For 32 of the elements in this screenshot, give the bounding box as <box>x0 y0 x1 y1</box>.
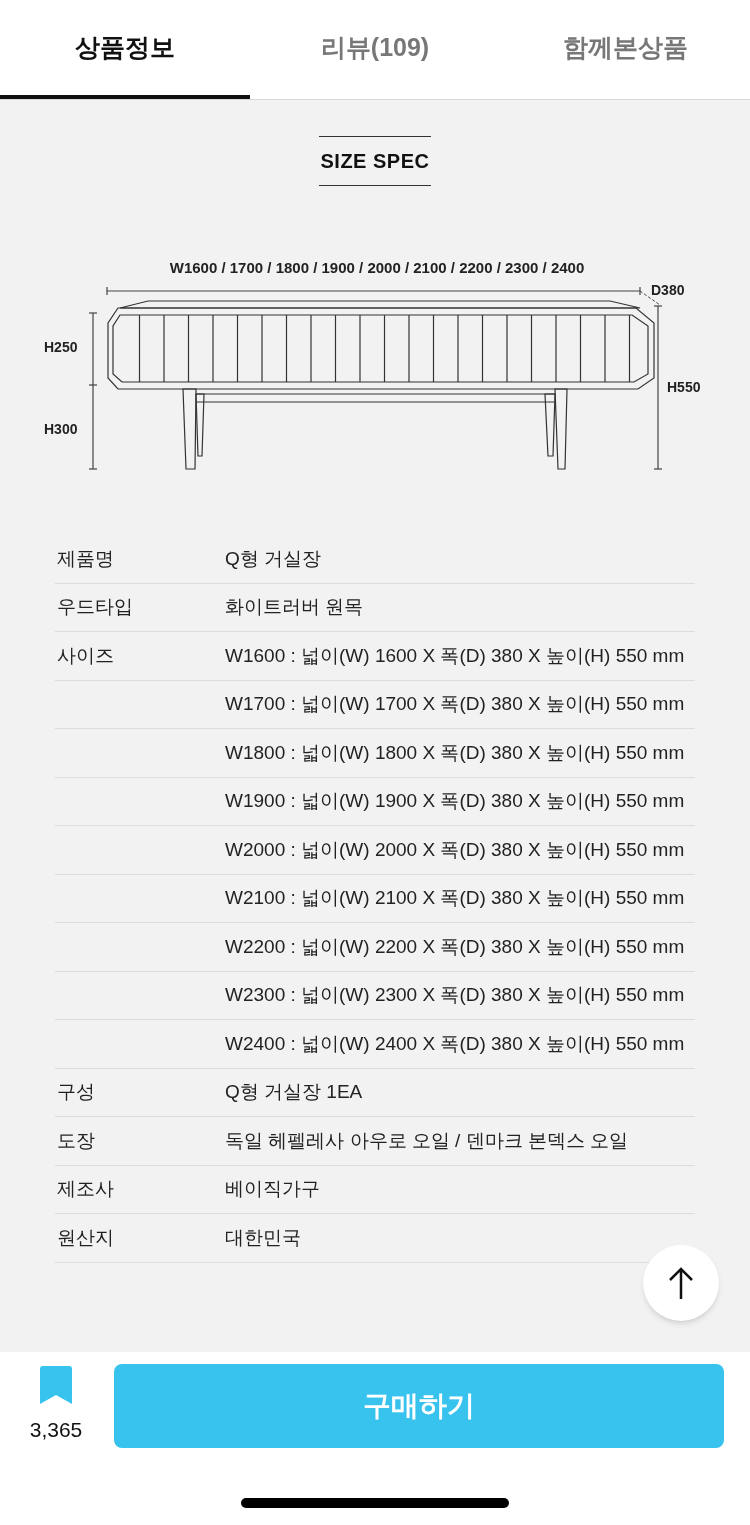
spec-value: W1600 : 넓이(W) 1600 X 폭(D) 380 X 높이(H) 550 mm <box>225 643 685 668</box>
spec-value: W2300 : 넓이(W) 2300 X 폭(D) 380 X 높이(H) 550 mm <box>225 983 685 1007</box>
spec-value: 베이직가구 <box>225 1177 320 1201</box>
spec-value: W2000 : 넓이(W) 2000 X 폭(D) 380 X 높이(H) 550 mm <box>225 837 685 862</box>
spec-value: Q형 거실장 <box>225 546 322 571</box>
spec-label: 우드타입 <box>57 596 133 617</box>
bookmark-count: 3,365 <box>29 1417 83 1444</box>
spec-label: 제품명 <box>57 547 114 569</box>
spec-value: W1800 : 넓이(W) 1800 X 폭(D) 380 X 높이(H) 550 mm <box>225 740 685 765</box>
spec-label: 원산지 <box>57 1226 114 1248</box>
spec-value: W2100 : 넓이(W) 2100 X 폭(D) 380 X 높이(H) 550 mm <box>225 886 685 910</box>
spec-label: 도장 <box>57 1129 95 1151</box>
spec-value: W2200 : 넓이(W) 2200 X 폭(D) 380 X 높이(H) 550 mm <box>225 934 685 959</box>
arrow-up-icon <box>668 1266 694 1300</box>
spec-value: W1700 : 넓이(W) 1700 X 폭(D) 380 X 높이(H) 550 mm <box>225 692 685 716</box>
spec-value: 화이트러버 원목 <box>225 595 364 619</box>
spec-value: 대한민국 <box>225 1225 301 1250</box>
spec-label: 사이즈 <box>57 644 114 666</box>
width-label: W1600 / 1700 / 1800 / 1900 / 2000 / 2100 / 2200 / 2300 / 2400 <box>169 259 585 276</box>
spec-label: 제조사 <box>57 1178 114 1199</box>
spec-title: SIZE SPEC <box>318 136 432 186</box>
spec-value: Q형 거실장 1EA <box>225 1080 363 1104</box>
tab[interactable]: 함께본상품 <box>500 0 750 99</box>
upper-height-label: H250 <box>44 339 78 355</box>
depth-label: D380 <box>651 282 685 298</box>
total-height-label: H550 <box>667 379 701 395</box>
lower-height-label: H300 <box>44 421 78 437</box>
spec-value: W1900 : 넓이(W) 1900 X 폭(D) 380 X 높이(H) 550 mm <box>225 789 685 813</box>
spec-value: W2400 : 넓이(W) 2400 X 폭(D) 380 X 높이(H) 550 mm <box>225 1031 685 1056</box>
tab[interactable]: 리뷰(109) <box>250 0 500 99</box>
spec-label: 구성 <box>57 1081 95 1102</box>
spec-value: 독일 헤펠레사 아우로 오일 / 덴마크 본덱스 오일 <box>225 1128 629 1153</box>
